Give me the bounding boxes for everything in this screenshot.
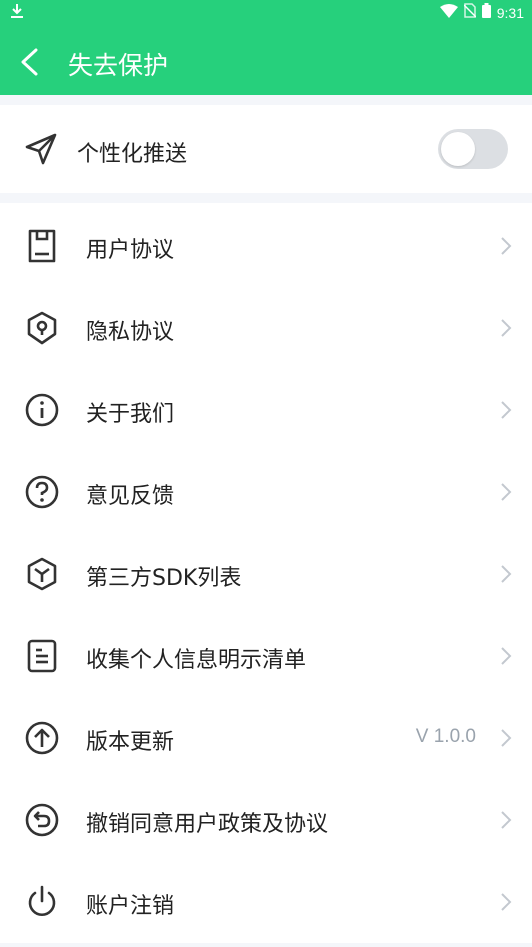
status-bar: 9:31 bbox=[0, 0, 532, 26]
chevron-right-icon bbox=[500, 482, 512, 506]
battery-icon bbox=[481, 3, 491, 22]
back-icon[interactable] bbox=[18, 48, 42, 80]
version-value: V 1.0.0 bbox=[415, 726, 476, 747]
power-icon bbox=[24, 884, 60, 920]
chevron-right-icon bbox=[500, 400, 512, 424]
menu-label: 隐私协议 bbox=[86, 320, 175, 345]
info-icon bbox=[24, 392, 60, 428]
list-document-icon bbox=[24, 638, 60, 674]
chevron-right-icon bbox=[500, 236, 512, 260]
wifi-icon bbox=[439, 3, 458, 22]
menu-item-user-agreement[interactable]: 用户协议 bbox=[0, 205, 532, 287]
chevron-right-icon bbox=[500, 728, 512, 752]
document-icon bbox=[24, 228, 60, 264]
menu-label: 收集个人信息明示清单 bbox=[86, 648, 307, 673]
chevron-right-icon bbox=[500, 810, 512, 834]
cube-icon bbox=[24, 556, 60, 592]
push-toggle[interactable] bbox=[438, 129, 508, 169]
toggle-knob bbox=[441, 132, 475, 166]
chevron-right-icon bbox=[500, 892, 512, 916]
arrow-up-circle-icon bbox=[24, 720, 60, 756]
menu-label: 关于我们 bbox=[86, 402, 175, 427]
download-icon bbox=[10, 3, 24, 23]
menu-card: 用户协议 隐私协议 关于我们 意见反馈 第三方SDK列表 收集个人信息明示清单 … bbox=[0, 203, 532, 943]
menu-label: 用户协议 bbox=[86, 238, 175, 263]
menu-label: 账户注销 bbox=[86, 894, 175, 919]
menu-item-personal-info-list[interactable]: 收集个人信息明示清单 bbox=[0, 615, 532, 697]
page-title: 失去保护 bbox=[68, 51, 169, 80]
shield-icon bbox=[24, 310, 60, 346]
menu-label: 意见反馈 bbox=[86, 484, 175, 509]
chevron-right-icon bbox=[500, 318, 512, 342]
app-bar: 失去保护 bbox=[0, 26, 532, 95]
menu-item-third-party-sdk[interactable]: 第三方SDK列表 bbox=[0, 533, 532, 615]
push-label: 个性化推送 bbox=[77, 142, 188, 167]
no-sim-icon bbox=[463, 3, 477, 22]
chevron-right-icon bbox=[500, 564, 512, 588]
menu-label: 版本更新 bbox=[86, 730, 175, 755]
undo-circle-icon bbox=[24, 802, 60, 838]
push-settings-card: 个性化推送 bbox=[0, 105, 532, 193]
menu-label: 第三方SDK列表 bbox=[86, 566, 242, 591]
menu-item-revoke-consent[interactable]: 撤销同意用户政策及协议 bbox=[0, 779, 532, 861]
status-time: 9:31 bbox=[496, 4, 524, 21]
menu-item-privacy-agreement[interactable]: 隐私协议 bbox=[0, 287, 532, 369]
menu-label: 撤销同意用户政策及协议 bbox=[86, 812, 329, 837]
menu-item-version-update[interactable]: 版本更新 V 1.0.0 bbox=[0, 697, 532, 779]
menu-item-feedback[interactable]: 意见反馈 bbox=[0, 451, 532, 533]
paper-plane-icon bbox=[24, 132, 58, 170]
menu-item-about-us[interactable]: 关于我们 bbox=[0, 369, 532, 451]
chevron-right-icon bbox=[500, 646, 512, 670]
menu-item-account-cancel[interactable]: 账户注销 bbox=[0, 861, 532, 943]
question-icon bbox=[24, 474, 60, 510]
